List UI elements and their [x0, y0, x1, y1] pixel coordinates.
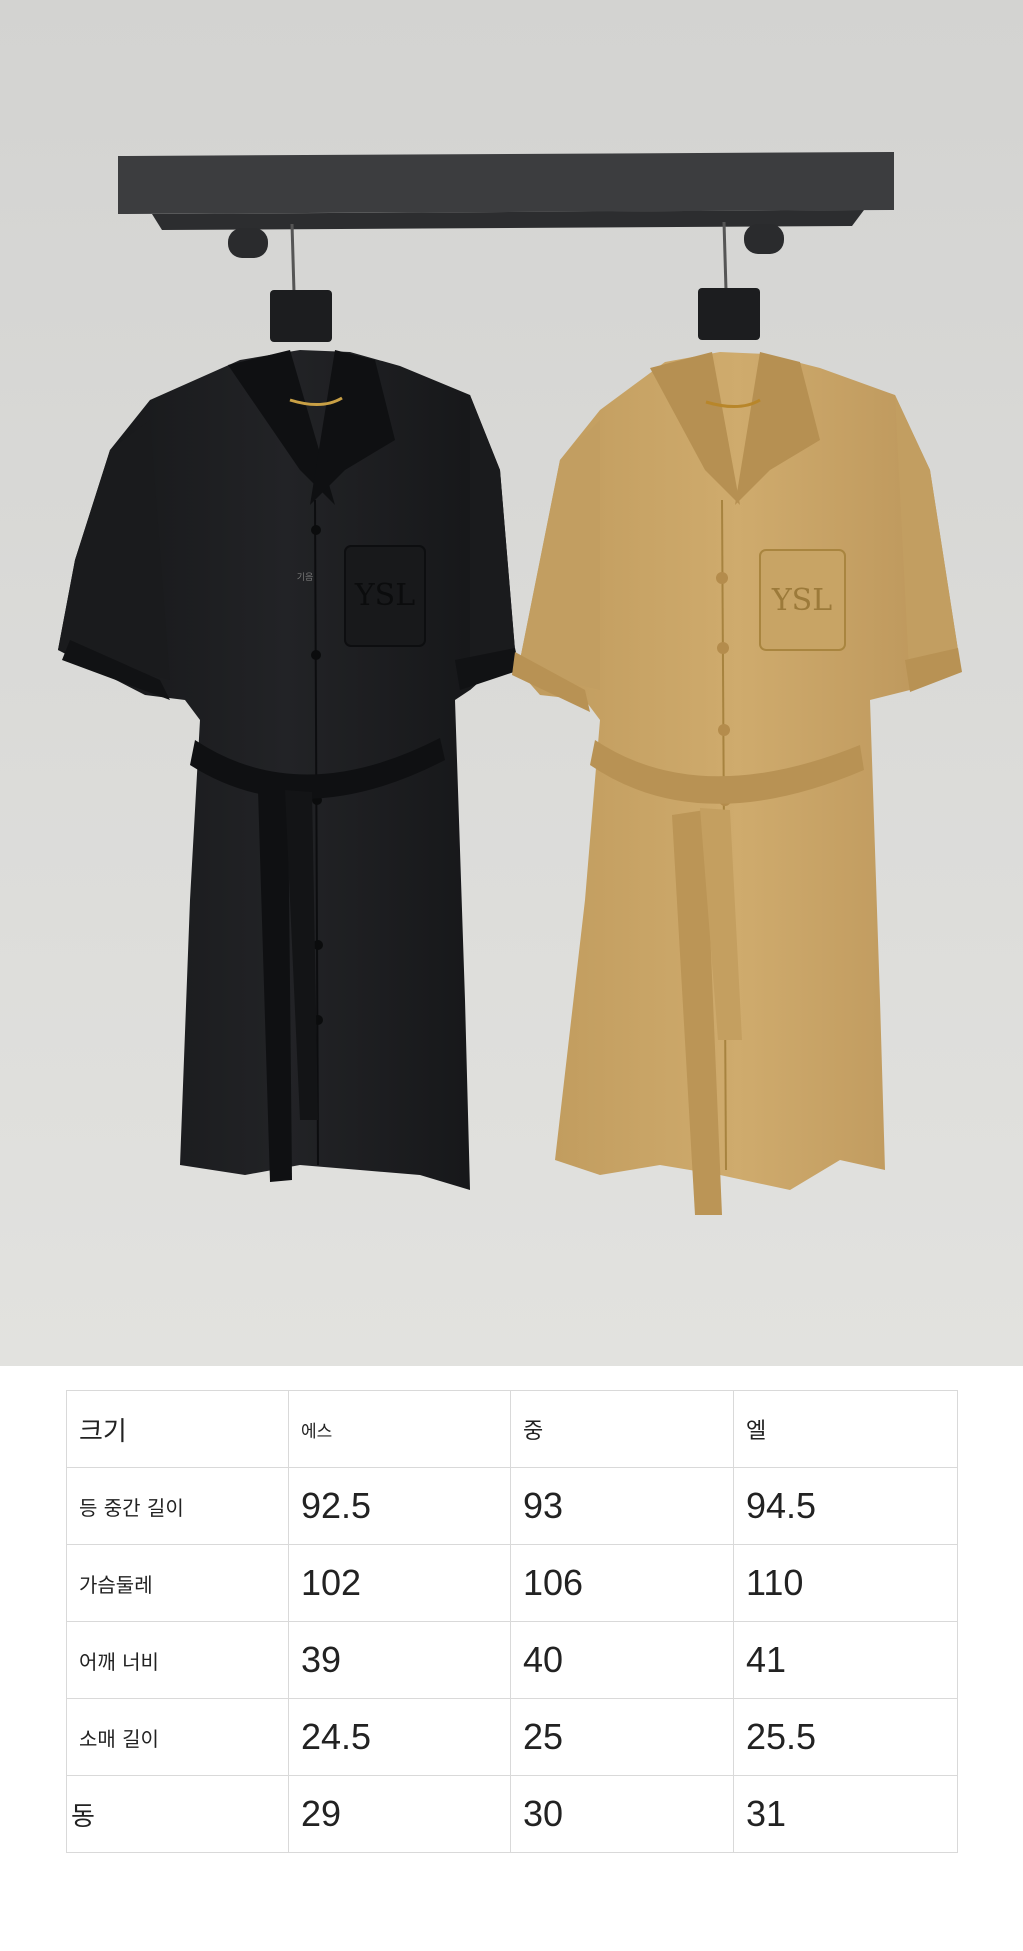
cell-value: 31 — [733, 1775, 958, 1853]
cell-value: 29 — [288, 1775, 511, 1853]
size-header-medium: 중 — [510, 1390, 734, 1468]
cell-value: 93 — [510, 1467, 734, 1545]
pocket-logo: YSL — [354, 578, 415, 613]
cell-value: 25 — [510, 1698, 734, 1776]
cell-value: 41 — [733, 1621, 958, 1699]
cell-value: 39 — [288, 1621, 511, 1699]
cell-value: 110 — [733, 1544, 958, 1622]
table-row: 등 중간 길이 92.5 93 94.5 — [66, 1467, 958, 1545]
size-header-label: 크기 — [66, 1390, 289, 1468]
row-label-sleeve: 소매 길이 — [66, 1698, 289, 1776]
table-row: 소매 길이 24.5 25 25.5 — [66, 1698, 958, 1776]
cell-value: 92.5 — [288, 1467, 511, 1545]
row-label-shoulder: 어깨 너비 — [66, 1621, 289, 1699]
row-label-waist: 동 — [66, 1775, 289, 1853]
row-label-back-length: 등 중간 길이 — [66, 1467, 289, 1545]
cell-value: 30 — [510, 1775, 734, 1853]
cell-value: 102 — [288, 1544, 511, 1622]
table-row: 동 29 30 31 — [66, 1775, 958, 1853]
pocket-logo-tan: YSL — [771, 583, 832, 618]
dresses-on-rack-illustration: YSL 기음 YSL — [0, 0, 1023, 1366]
size-header-large: 엘 — [733, 1390, 958, 1468]
size-header-small: 에스 — [288, 1390, 511, 1468]
cell-value: 24.5 — [288, 1698, 511, 1776]
tag-text: 기음 — [297, 572, 314, 583]
cell-value: 25.5 — [733, 1698, 958, 1776]
cell-value: 40 — [510, 1621, 734, 1699]
row-label-chest: 가슴둘레 — [66, 1544, 289, 1622]
product-photo: YSL 기음 YSL — [0, 0, 1023, 1366]
table-row: 가슴둘레 102 106 110 — [66, 1544, 958, 1622]
size-chart-header-row: 크기 에스 중 엘 — [66, 1390, 958, 1468]
size-chart-table: 크기 에스 중 엘 등 중간 길이 92.5 93 94.5 가슴둘레 102 … — [66, 1390, 958, 1853]
table-row: 어깨 너비 39 40 41 — [66, 1621, 958, 1699]
cell-value: 106 — [510, 1544, 734, 1622]
cell-value: 94.5 — [733, 1467, 958, 1545]
